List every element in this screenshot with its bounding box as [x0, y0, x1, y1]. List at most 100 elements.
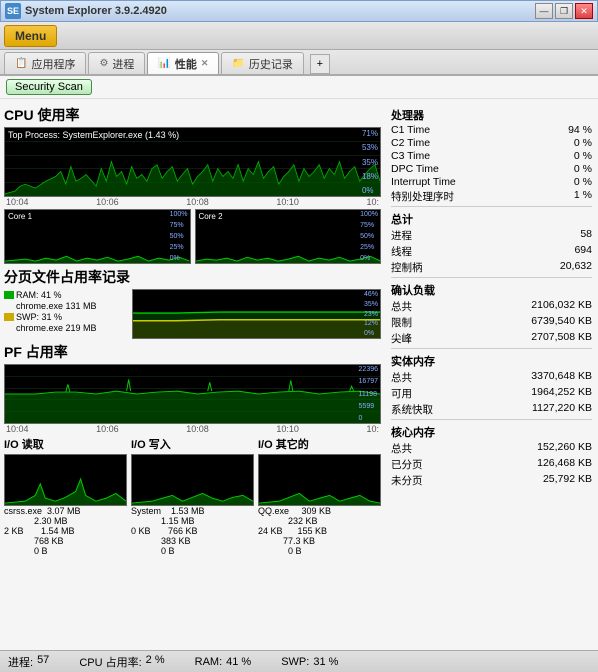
- divider1: [391, 206, 592, 207]
- phys-cache-value: 1127,220 KB: [532, 402, 592, 417]
- add-tab-button[interactable]: +: [310, 54, 330, 74]
- special-row: 特别处理序时 1 %: [391, 189, 592, 204]
- c2-value: 0 %: [574, 137, 592, 149]
- io-other-svg: [259, 455, 380, 505]
- phys-cache-label: 系统快取: [391, 402, 433, 417]
- io-read-data: csrss.exe 3.07 MB 2.30 MB 2 KB 1.54 MB 7…: [4, 506, 127, 556]
- commit-peak-label: 尖峰: [391, 331, 412, 346]
- status-swp: SWP: 31 %: [281, 656, 338, 668]
- commit-title: 确认负载: [391, 282, 592, 298]
- main-content: CPU 使用率 71% 53% 35% 18% 0% Top Process: …: [0, 99, 598, 650]
- pf-usage-svg: [5, 365, 380, 423]
- tab-processes[interactable]: ⚙ 进程: [88, 52, 145, 74]
- pf-axis: 46% 35% 23% 12% 0%: [364, 290, 378, 338]
- core1-chart: 100% 75% 50% 25% 0% Core 1 2 %: [4, 209, 191, 264]
- core2-label: Core 2: [199, 212, 223, 221]
- status-ram: RAM: 41 %: [195, 656, 252, 668]
- app-icon: SE: [5, 3, 21, 19]
- dpc-label: DPC Time: [391, 163, 439, 175]
- io-read-col: I/O 读取 csrss.exe 3.07 MB 2.30 MB 2 KB 1.…: [4, 436, 127, 556]
- io-write-title: I/O 写入: [131, 436, 254, 452]
- processor-title: 处理器: [391, 107, 592, 123]
- close-button[interactable]: ✕: [575, 3, 593, 19]
- tab-history[interactable]: 📁 历史记录: [221, 52, 303, 74]
- kernel-paged-row: 已分页 126,468 KB: [391, 457, 592, 472]
- right-panel: 处理器 C1 Time 94 % C2 Time 0 % C3 Time 0 %…: [385, 99, 598, 650]
- restore-button[interactable]: ❐: [555, 3, 573, 19]
- c2-row: C2 Time 0 %: [391, 137, 592, 149]
- kernel-nonpaged-label: 未分页: [391, 473, 423, 488]
- core-charts: 100% 75% 50% 25% 0% Core 1 2 %: [4, 209, 381, 264]
- ram-sub: chrome.exe 131 MB: [4, 301, 128, 311]
- swp-process: chrome.exe 219 MB: [16, 323, 97, 333]
- commit-total-row: 总共 2106,032 KB: [391, 299, 592, 314]
- tab-applications-label: 应用程序: [31, 56, 75, 72]
- cpu-axis-right: 71% 53% 35% 18% 0%: [362, 128, 378, 196]
- title-buttons: — ❐ ✕: [535, 3, 593, 19]
- swp-sub: chrome.exe 219 MB: [4, 323, 128, 333]
- process-label: 进程: [391, 228, 412, 243]
- thread-label: 线程: [391, 244, 412, 259]
- status-cpu: CPU 占用率: 2 %: [79, 654, 164, 670]
- divider4: [391, 419, 592, 420]
- io-other-col: I/O 其它的 QQ.exe 309 KB 232 KB 24 KB 155 K…: [258, 436, 381, 556]
- tab-performance-close[interactable]: ✕: [201, 58, 209, 69]
- handle-label: 控制柄: [391, 260, 423, 275]
- swp-label: SWP: 31 %: [16, 312, 62, 322]
- cpu-title: CPU 使用率: [4, 105, 381, 125]
- pf-record-title: 分页文件占用率记录: [4, 267, 381, 287]
- tab-performance[interactable]: 📊 性能 ✕: [147, 52, 219, 74]
- commit-total-value: 2106,032 KB: [531, 299, 592, 314]
- phys-total-label: 总共: [391, 370, 412, 385]
- c3-label: C3 Time: [391, 150, 430, 162]
- handle-row: 控制柄 20,632: [391, 260, 592, 275]
- pf-usage-axis: 22396 16797 11198 5599 0: [359, 365, 378, 423]
- tab-bar: 📋 应用程序 ⚙ 进程 📊 性能 ✕ 📁 历史记录 +: [0, 50, 598, 76]
- special-value: 1 %: [574, 189, 592, 204]
- core2-chart: 100% 75% 50% 25% 0% Core 2 3 %: [195, 209, 382, 264]
- swp-color: [4, 313, 14, 321]
- menu-button[interactable]: Menu: [4, 25, 57, 47]
- commit-peak-value: 2707,508 KB: [531, 331, 592, 346]
- pf-usage-section: PF 占用率 22396 16797 11198 5599 0: [4, 342, 381, 434]
- io-read-chart: [4, 454, 127, 506]
- status-process-label: 进程:: [8, 654, 33, 670]
- interrupt-label: Interrupt Time: [391, 176, 456, 188]
- thread-value: 694: [574, 244, 592, 259]
- core1-svg: [5, 210, 190, 263]
- processes-icon: ⚙: [99, 58, 108, 69]
- commit-limit-label: 限制: [391, 315, 412, 330]
- phys-avail-label: 可用: [391, 386, 412, 401]
- pf-usage-title: PF 占用率: [4, 342, 381, 362]
- security-scan-button[interactable]: Security Scan: [6, 79, 92, 95]
- history-icon: 📁: [232, 58, 244, 69]
- pf-record-chart: 46% 35% 23% 12% 0%: [132, 289, 381, 339]
- physical-title: 实体内存: [391, 353, 592, 369]
- status-swp-label: SWP:: [281, 656, 309, 668]
- kernel-total-label: 总共: [391, 441, 412, 456]
- io-read-title: I/O 读取: [4, 436, 127, 452]
- status-process-value: 57: [37, 654, 49, 670]
- pf-usage-chart: 22396 16797 11198 5599 0: [4, 364, 381, 424]
- phys-avail-row: 可用 1964,252 KB: [391, 386, 592, 401]
- commit-peak-row: 尖峰 2707,508 KB: [391, 331, 592, 346]
- process-value: 58: [580, 228, 592, 243]
- cpu-time-axis: 10:04 10:06 10:08 10:10 10:: [4, 197, 381, 207]
- divider3: [391, 348, 592, 349]
- ram-color: [4, 291, 14, 299]
- tab-performance-label: 性能: [175, 56, 197, 72]
- left-panel: CPU 使用率 71% 53% 35% 18% 0% Top Process: …: [0, 99, 385, 650]
- status-bar: 进程: 57 CPU 占用率: 2 % RAM: 41 % SWP: 31 %: [0, 650, 598, 672]
- c3-value: 0 %: [574, 150, 592, 162]
- c1-row: C1 Time 94 %: [391, 124, 592, 136]
- pf-record-svg: [133, 290, 380, 338]
- minimize-button[interactable]: —: [535, 3, 553, 19]
- tab-applications[interactable]: 📋 应用程序: [4, 52, 86, 74]
- kernel-paged-label: 已分页: [391, 457, 423, 472]
- interrupt-row: Interrupt Time 0 %: [391, 176, 592, 188]
- status-ram-label: RAM:: [195, 656, 223, 668]
- io-section: I/O 读取 csrss.exe 3.07 MB 2.30 MB 2 KB 1.…: [4, 436, 381, 556]
- pf-time-axis: 10:04 10:06 10:08 10:10 10:: [4, 424, 381, 434]
- total-title: 总计: [391, 211, 592, 227]
- special-label: 特别处理序时: [391, 189, 454, 204]
